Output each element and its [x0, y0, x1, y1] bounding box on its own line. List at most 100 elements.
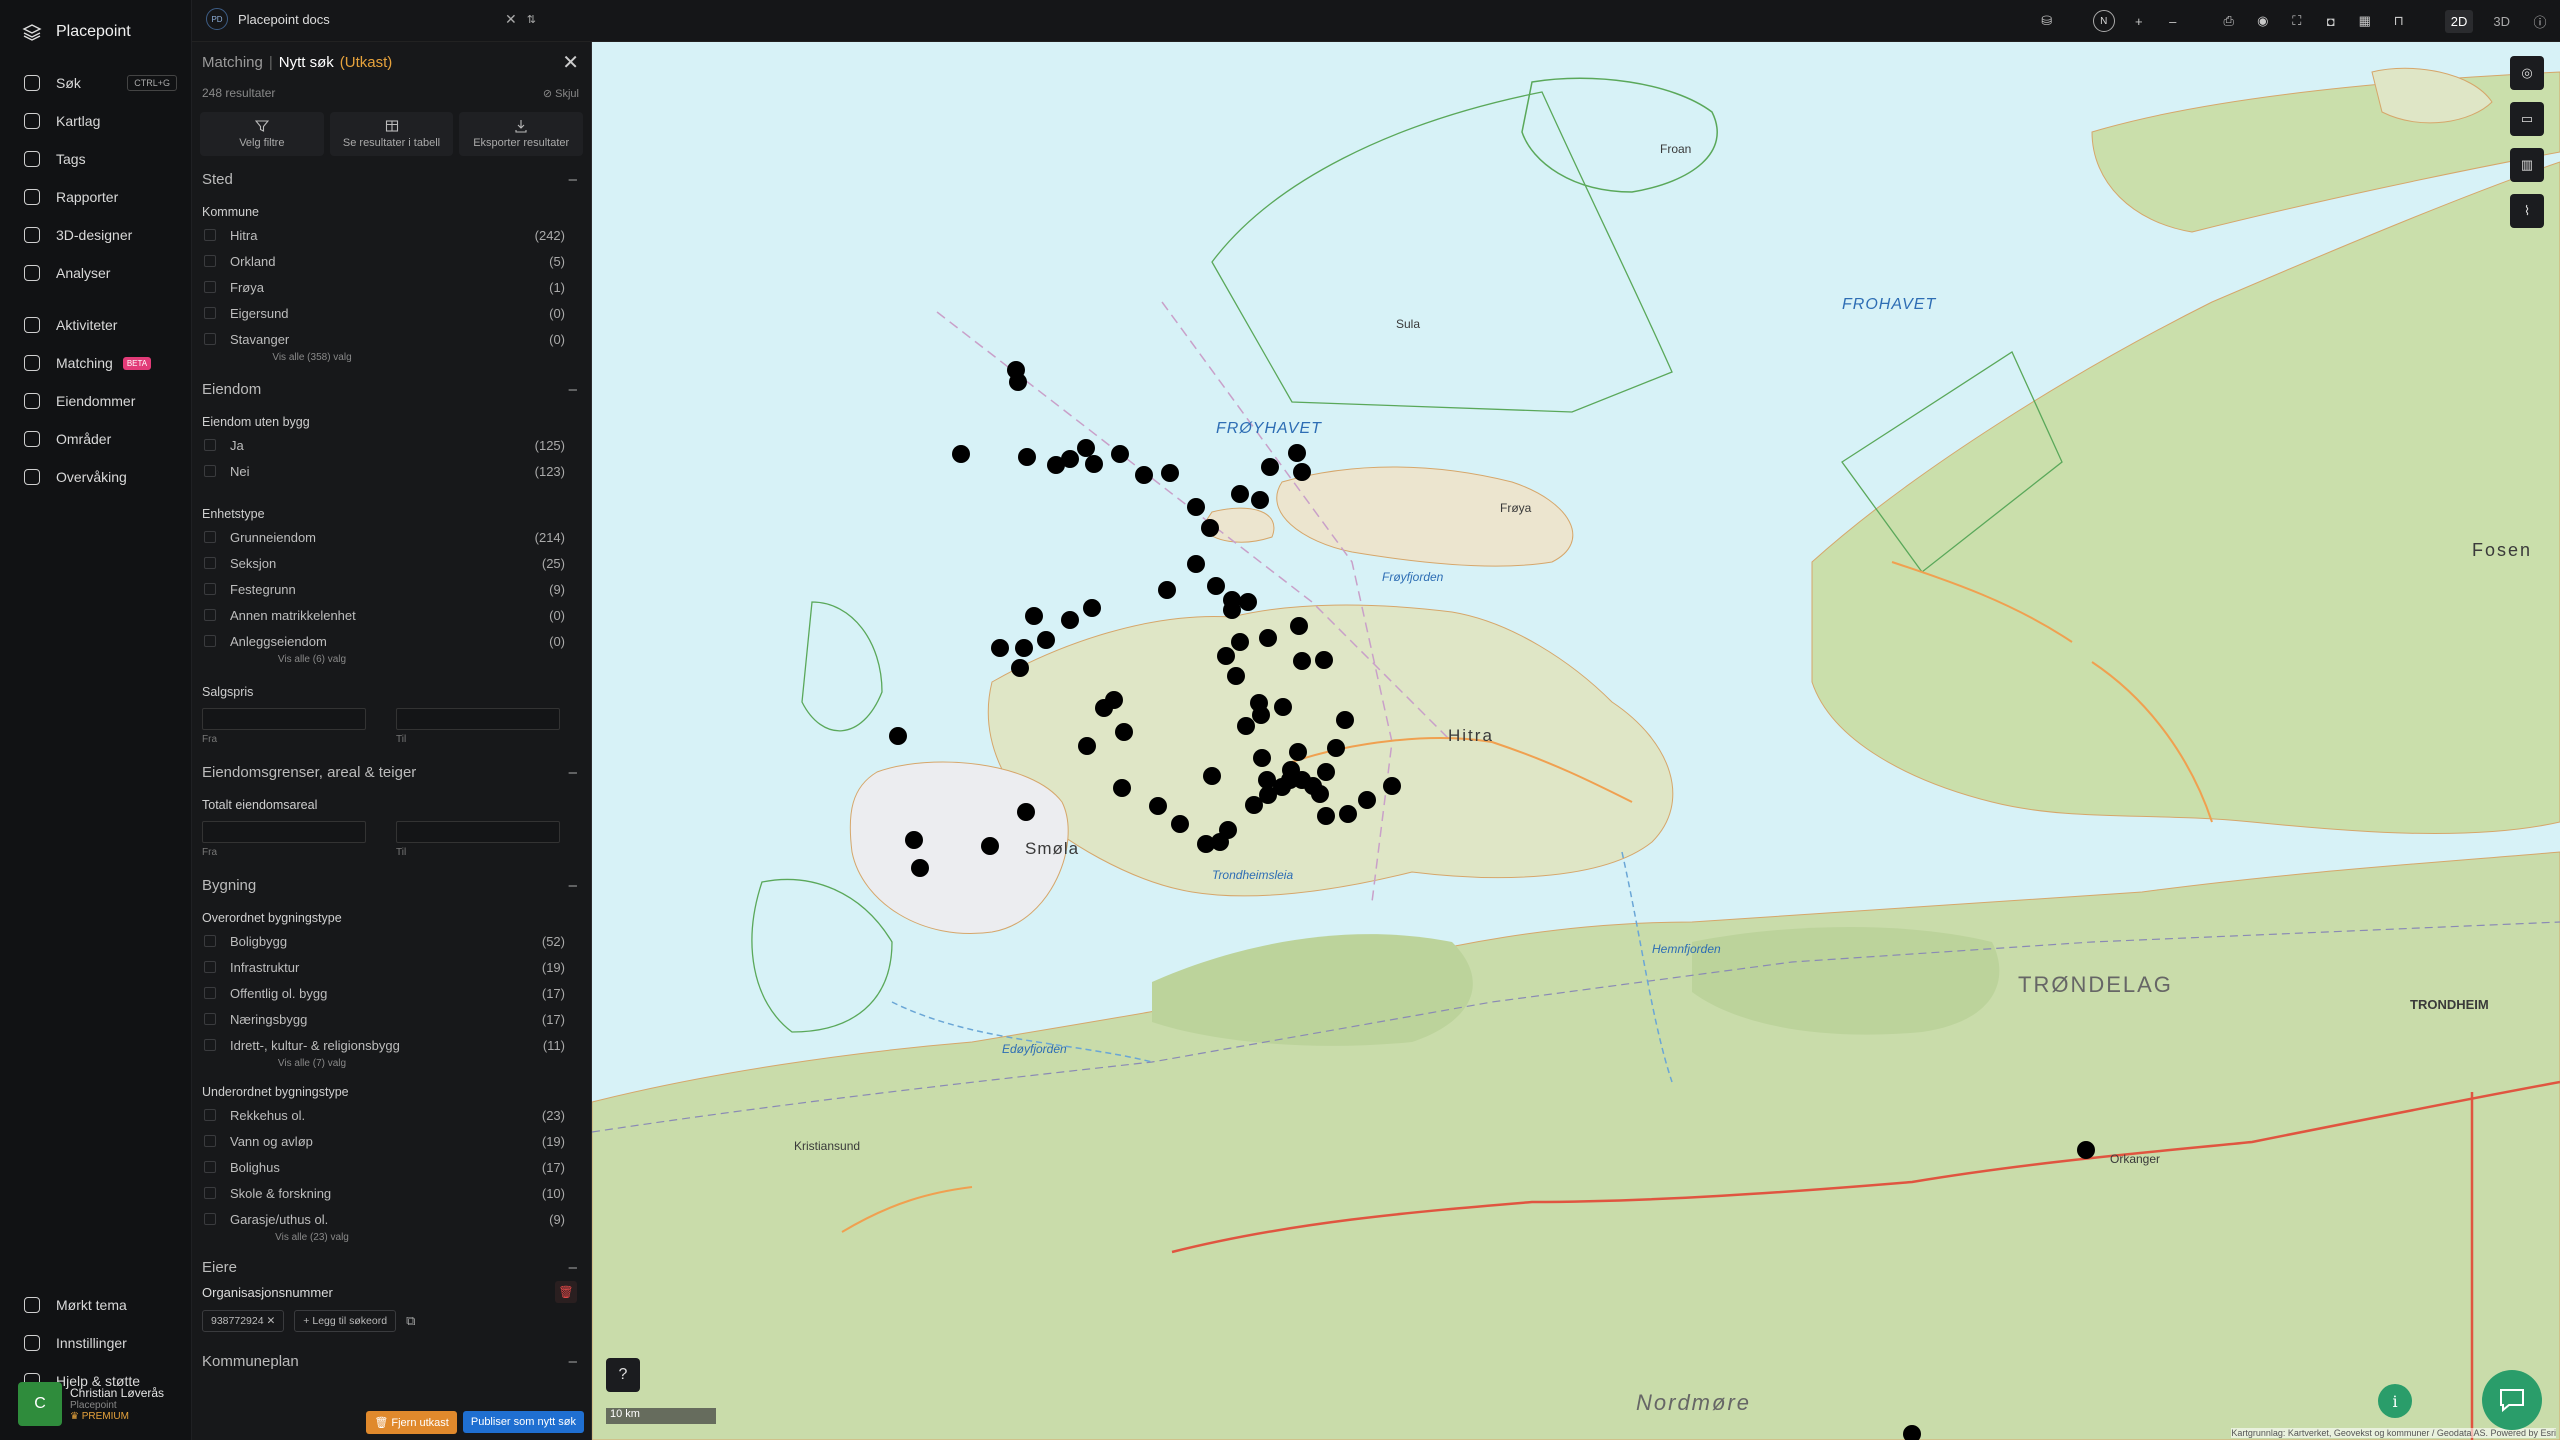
filter-option[interactable]: Skole & forskning (10) — [192, 1180, 591, 1206]
collapse-icon[interactable]: – — [569, 1259, 577, 1276]
result-marker[interactable] — [1293, 463, 1311, 481]
checkbox[interactable] — [204, 1109, 216, 1121]
checkbox[interactable] — [204, 987, 216, 999]
chevron-updown-icon[interactable]: ⇅ — [527, 13, 536, 26]
result-marker[interactable] — [1317, 763, 1335, 781]
result-marker[interactable] — [1187, 498, 1205, 516]
result-marker[interactable] — [1290, 617, 1308, 635]
hide-button[interactable]: ⊘ Skjul — [543, 87, 579, 100]
result-marker[interactable] — [1903, 1425, 1921, 1440]
remove-tag-icon[interactable]: ✕ — [266, 1315, 275, 1327]
result-marker[interactable] — [1025, 607, 1043, 625]
show-all-enhetstype-link[interactable]: Vis alle (6) valg — [192, 654, 432, 668]
add-keyword-button[interactable]: + Legg til søkeord — [294, 1310, 397, 1332]
result-marker[interactable] — [1115, 723, 1133, 741]
mode-3d-button[interactable]: 3D — [2487, 10, 2516, 33]
mode-2d-button[interactable]: 2D — [2444, 9, 2474, 33]
result-marker[interactable] — [1339, 805, 1357, 823]
sidebar-item-omrader[interactable]: Områder — [0, 420, 191, 458]
grid-icon[interactable]: ▦ — [2355, 11, 2375, 31]
filter-option[interactable]: Næringsbygg (17) — [192, 1006, 591, 1032]
result-marker[interactable] — [2077, 1141, 2095, 1159]
result-marker[interactable] — [1237, 717, 1255, 735]
publish-button[interactable]: Publiser som nytt søk — [462, 1411, 584, 1433]
result-marker[interactable] — [1253, 749, 1271, 767]
result-marker[interactable] — [1203, 767, 1221, 785]
result-marker[interactable] — [889, 727, 907, 745]
areal-from-input[interactable] — [202, 821, 366, 843]
checkbox[interactable] — [204, 557, 216, 569]
print-icon[interactable]: ⎙ — [2219, 11, 2239, 31]
result-marker[interactable] — [905, 831, 923, 849]
result-marker[interactable] — [1317, 807, 1335, 825]
trash-icon[interactable]: 🗑 — [555, 1281, 577, 1303]
filter-option[interactable]: Nei (123) — [192, 458, 591, 484]
filter-option[interactable]: Stavanger (0) — [192, 326, 591, 352]
result-marker[interactable] — [911, 859, 929, 877]
filter-option[interactable]: Idrett-, kultur- & religionsbygg (11) — [192, 1032, 591, 1058]
filter-option[interactable]: Ja (125) — [192, 432, 591, 458]
result-marker[interactable] — [1037, 631, 1055, 649]
collapse-icon[interactable]: – — [569, 171, 577, 188]
brand[interactable]: Placepoint — [0, 0, 191, 64]
filter-option[interactable]: Hitra (242) — [192, 222, 591, 248]
collapse-icon[interactable]: – — [569, 1353, 577, 1370]
sidebar-item-matching[interactable]: Matching BETA — [0, 344, 191, 382]
result-marker[interactable] — [1336, 711, 1354, 729]
chart-icon[interactable]: ▥ — [2510, 148, 2544, 182]
result-marker[interactable] — [1187, 555, 1205, 573]
result-marker[interactable] — [1261, 458, 1279, 476]
breadcrumb[interactable]: Matching — [202, 54, 263, 71]
result-marker[interactable] — [1383, 777, 1401, 795]
result-marker[interactable] — [1009, 373, 1027, 391]
collapse-icon[interactable]: – — [569, 381, 577, 398]
result-marker[interactable] — [1105, 691, 1123, 709]
checkbox[interactable] — [204, 531, 216, 543]
checkbox[interactable] — [204, 1039, 216, 1051]
show-all-overordnet-link[interactable]: Vis alle (7) valg — [192, 1058, 432, 1072]
select-filters-button[interactable]: Velg filtre — [200, 112, 324, 156]
result-marker[interactable] — [1011, 659, 1029, 677]
zoom-in-icon[interactable]: + — [2129, 11, 2149, 31]
sidebar-item-sok[interactable]: Søk CTRL+G — [0, 64, 191, 102]
checkbox[interactable] — [204, 281, 216, 293]
areal-to-input[interactable] — [396, 821, 560, 843]
map-help-icon[interactable]: ? — [606, 1358, 640, 1392]
checkbox[interactable] — [204, 635, 216, 647]
workspace-selector[interactable]: PD Placepoint docs ✕ ⇅ — [206, 8, 536, 30]
sidebar-item-tags[interactable]: Tags — [0, 140, 191, 178]
remove-draft-button[interactable]: 🗑 Fjern utkast — [366, 1410, 457, 1434]
result-marker[interactable] — [1239, 593, 1257, 611]
result-marker[interactable] — [1111, 445, 1129, 463]
camera-icon[interactable]: ◘ — [2321, 11, 2341, 31]
table-view-button[interactable]: Se resultater i tabell — [329, 112, 454, 156]
checkbox[interactable] — [204, 1213, 216, 1225]
filter-option[interactable]: Infrastruktur (19) — [192, 954, 591, 980]
result-marker[interactable] — [1078, 737, 1096, 755]
map-view[interactable]: FRØYHAVET FROHAVET TRØNDELAG Hitra Smøla… — [592, 42, 2560, 1440]
filter-option[interactable]: Annen matrikkelenhet (0) — [192, 602, 591, 628]
copy-icon[interactable]: ⧉ — [406, 1313, 415, 1329]
result-marker[interactable] — [1293, 771, 1311, 789]
result-marker[interactable] — [1085, 455, 1103, 473]
checkbox[interactable] — [204, 1187, 216, 1199]
result-marker[interactable] — [1113, 779, 1131, 797]
checkbox[interactable] — [204, 465, 216, 477]
filter-option[interactable]: Grunneiendom (214) — [192, 524, 591, 550]
result-marker[interactable] — [1288, 444, 1306, 462]
measure-icon[interactable]: ▭ — [2510, 102, 2544, 136]
result-marker[interactable] — [1259, 629, 1277, 647]
fullscreen-icon[interactable]: ⛶ — [2287, 11, 2307, 31]
result-marker[interactable] — [1231, 485, 1249, 503]
result-marker[interactable] — [1217, 647, 1235, 665]
section-kommuneplan[interactable]: Kommuneplan – — [192, 1348, 591, 1374]
result-marker[interactable] — [1018, 448, 1036, 466]
section-eiendom[interactable]: Eiendom – — [192, 376, 591, 402]
checkbox[interactable] — [204, 333, 216, 345]
result-marker[interactable] — [1061, 450, 1079, 468]
result-marker[interactable] — [1252, 706, 1270, 724]
clear-workspace-icon[interactable]: ✕ — [505, 11, 517, 28]
checkbox[interactable] — [204, 1161, 216, 1173]
result-marker[interactable] — [1231, 633, 1249, 651]
section-eiere[interactable]: Eiere – — [192, 1254, 591, 1280]
